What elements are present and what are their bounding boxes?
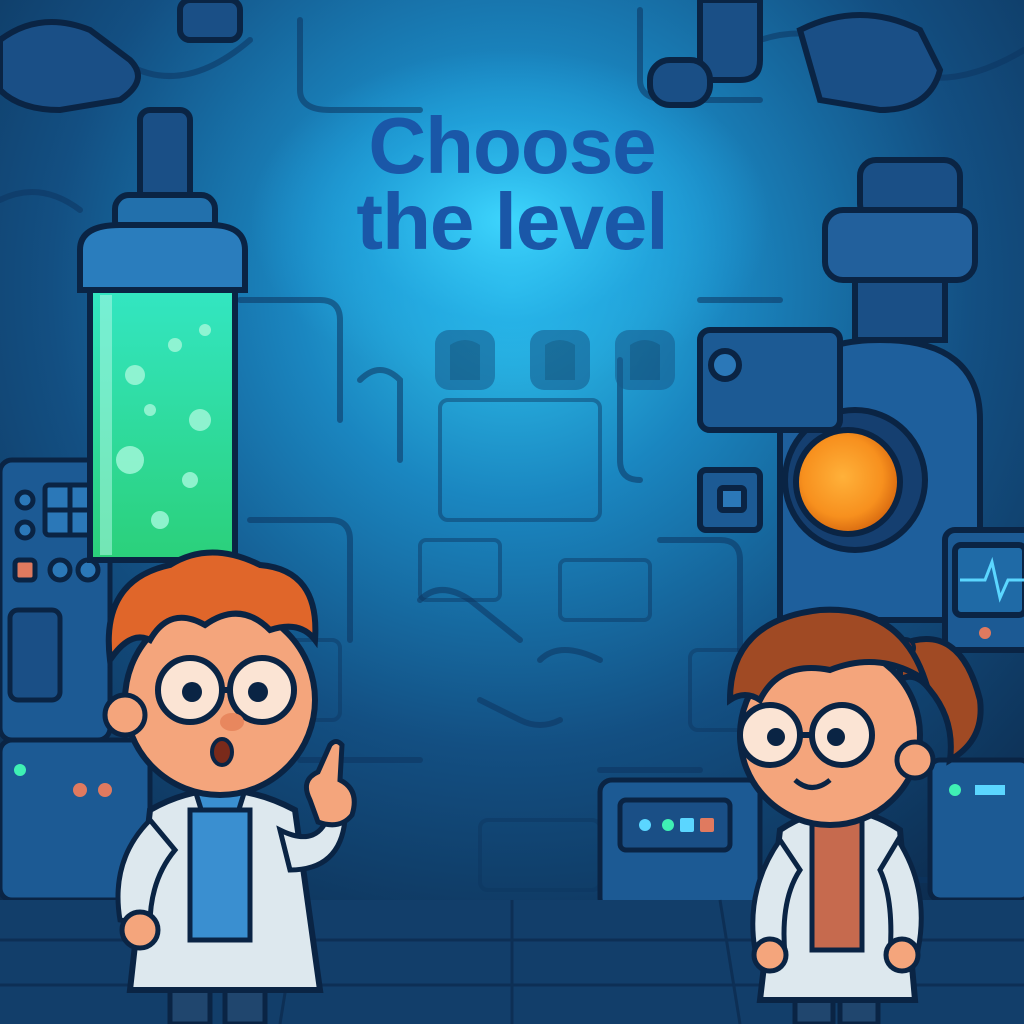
title-line-1: Choose bbox=[368, 101, 656, 190]
game-scene: Choose the level bbox=[0, 0, 1024, 1024]
title-line-2: the level bbox=[356, 177, 668, 266]
level-grid bbox=[435, 330, 675, 390]
level-slot-1[interactable] bbox=[435, 330, 495, 390]
level-menu-title: Choose the level bbox=[262, 101, 762, 266]
level-slot-3[interactable] bbox=[615, 330, 675, 390]
level-slot-2[interactable] bbox=[530, 330, 590, 390]
monitor bbox=[942, 527, 1024, 653]
